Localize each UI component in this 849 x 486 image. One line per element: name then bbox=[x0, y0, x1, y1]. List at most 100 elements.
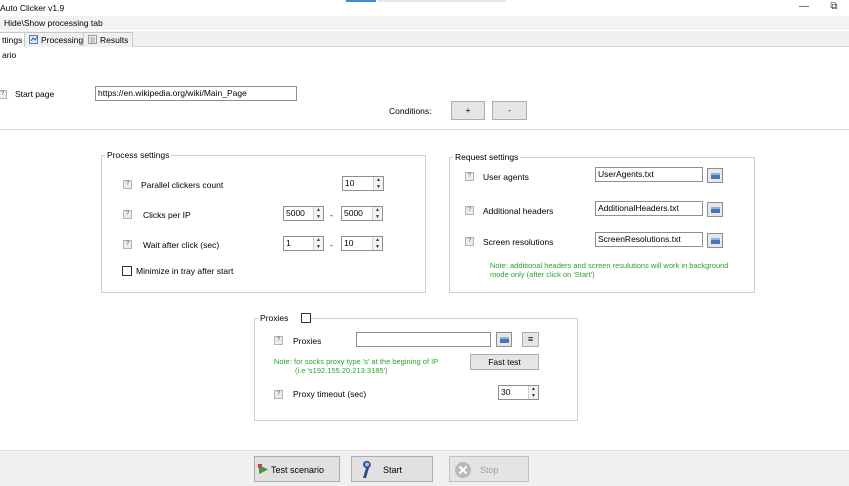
clicks-from-value: 5000 bbox=[286, 208, 305, 218]
spin-down-icon[interactable]: ▼ bbox=[373, 214, 382, 220]
user-agents-browse-button[interactable] bbox=[707, 168, 723, 183]
process-settings-title: Process settings bbox=[105, 150, 172, 160]
proxies-menu-button[interactable]: ≡ bbox=[522, 332, 539, 347]
proxies-note-line1: Note: for socks proxy type 's' at the be… bbox=[274, 357, 439, 366]
wait-to-spinner[interactable]: ▲ ▼ bbox=[372, 237, 382, 250]
help-icon[interactable]: ? bbox=[123, 240, 132, 249]
title-secondary-strip bbox=[378, 0, 506, 2]
start-page-input[interactable]: https://en.wikipedia.org/wiki/Main_Page bbox=[95, 86, 297, 101]
wait-to-value: 10 bbox=[344, 238, 354, 248]
folder-icon bbox=[711, 207, 720, 213]
help-icon[interactable]: ? bbox=[274, 336, 283, 345]
folder-icon bbox=[711, 238, 720, 244]
folder-icon bbox=[500, 337, 509, 343]
add-condition-button[interactable]: + bbox=[451, 101, 485, 120]
user-agents-input[interactable]: UserAgents.txt bbox=[595, 167, 703, 182]
clicks-to-value: 5000 bbox=[344, 208, 363, 218]
help-icon[interactable]: ? bbox=[0, 90, 7, 99]
screen-resolutions-browse-button[interactable] bbox=[707, 233, 723, 248]
help-icon[interactable]: ? bbox=[465, 237, 474, 246]
spin-up-icon[interactable]: ▲ bbox=[314, 207, 323, 214]
tab-processing[interactable]: Processing bbox=[24, 32, 89, 47]
clicks-from-input[interactable]: 5000 ▲ ▼ bbox=[283, 206, 324, 221]
proxies-input[interactable] bbox=[356, 332, 491, 347]
minimize-tray-label: Minimize in tray after start bbox=[136, 266, 234, 276]
minimize-button[interactable]: — bbox=[797, 1, 811, 13]
spin-up-icon[interactable]: ▲ bbox=[529, 386, 538, 393]
spin-down-icon[interactable]: ▼ bbox=[314, 244, 323, 250]
parallel-clickers-value: 10 bbox=[345, 178, 355, 188]
spin-up-icon[interactable]: ▲ bbox=[373, 207, 382, 214]
title-bar: Auto Clicker v1.9 — ⧉ bbox=[0, 0, 849, 16]
folder-icon bbox=[711, 173, 720, 179]
stop-button[interactable]: Stop bbox=[449, 456, 529, 482]
additional-headers-browse-button[interactable] bbox=[707, 202, 723, 217]
start-label: Start bbox=[383, 465, 403, 475]
wait-from-spinner[interactable]: ▲ ▼ bbox=[313, 237, 323, 250]
proxies-enable-checkbox[interactable] bbox=[301, 313, 311, 323]
results-icon bbox=[88, 34, 97, 44]
proxy-timeout-label: Proxy timeout (sec) bbox=[293, 389, 367, 399]
scenario-panel: ario ? Start page https://en.wikipedia.o… bbox=[0, 48, 849, 130]
menu-toggle-processing-tab[interactable]: Hide\Show processing tab bbox=[4, 18, 103, 28]
tab-settings-label: ttings bbox=[2, 35, 23, 45]
test-scenario-button[interactable]: Test scenario bbox=[254, 456, 340, 482]
user-agents-label: User agents bbox=[483, 172, 529, 182]
wait-after-click-label: Wait after click (sec) bbox=[143, 240, 220, 250]
spin-down-icon[interactable]: ▼ bbox=[373, 244, 382, 250]
parallel-clickers-input[interactable]: 10 ▲ ▼ bbox=[342, 176, 384, 191]
clicks-per-ip-label: Clicks per IP bbox=[143, 210, 191, 220]
clicks-to-input[interactable]: 5000 ▲ ▼ bbox=[341, 206, 383, 221]
processing-icon bbox=[29, 34, 38, 44]
spin-up-icon[interactable]: ▲ bbox=[374, 177, 383, 184]
fast-test-button[interactable]: Fast test bbox=[470, 354, 539, 370]
remove-condition-button[interactable]: - bbox=[492, 101, 527, 120]
wait-from-input[interactable]: 1 ▲ ▼ bbox=[283, 236, 324, 251]
clicks-from-spinner[interactable]: ▲ ▼ bbox=[313, 207, 323, 220]
spin-up-icon[interactable]: ▲ bbox=[373, 237, 382, 244]
restore-button[interactable]: ⧉ bbox=[827, 1, 841, 13]
window-title: Auto Clicker v1.9 bbox=[0, 3, 65, 13]
proxies-note-line2: (i.e 's192.155.20.213:3185') bbox=[295, 366, 388, 375]
screen-resolutions-label: Screen resolutions bbox=[483, 237, 554, 247]
screen-resolutions-input[interactable]: ScreenResolutions.txt bbox=[595, 232, 703, 247]
minimize-tray-checkbox[interactable] bbox=[122, 266, 132, 276]
parallel-clickers-spinner[interactable]: ▲ ▼ bbox=[373, 177, 383, 190]
menu-bar: Hide\Show processing tab bbox=[0, 16, 849, 30]
proxy-timeout-value: 30 bbox=[501, 387, 511, 397]
test-scenario-label: Test scenario bbox=[271, 465, 325, 475]
help-icon[interactable]: ? bbox=[123, 210, 132, 219]
conditions-label: Conditions: bbox=[389, 106, 432, 116]
stop-icon bbox=[454, 461, 472, 481]
scenario-group-label: ario bbox=[0, 50, 19, 60]
parallel-clickers-label: Parallel clickers count bbox=[141, 180, 224, 190]
proxy-timeout-input[interactable]: 30 ▲ ▼ bbox=[498, 385, 539, 400]
help-icon[interactable]: ? bbox=[465, 206, 474, 215]
request-settings-title: Request settings bbox=[453, 152, 521, 162]
proxies-browse-button[interactable] bbox=[496, 332, 512, 347]
clicks-to-spinner[interactable]: ▲ ▼ bbox=[372, 207, 382, 220]
start-icon bbox=[360, 460, 374, 482]
spin-down-icon[interactable]: ▼ bbox=[314, 214, 323, 220]
spin-down-icon[interactable]: ▼ bbox=[374, 184, 383, 190]
title-accent-strip bbox=[346, 0, 376, 2]
request-note-line2: mode only (after click on 'Start') bbox=[490, 270, 595, 279]
tab-processing-label: Processing bbox=[41, 35, 84, 45]
help-icon[interactable]: ? bbox=[123, 180, 132, 189]
help-icon[interactable]: ? bbox=[465, 172, 474, 181]
start-button[interactable]: Start bbox=[351, 456, 433, 482]
additional-headers-input[interactable]: AdditionalHeaders.txt bbox=[595, 201, 703, 216]
request-note-line1: Note: additional headers and screen resu… bbox=[490, 261, 729, 270]
range-separator: - bbox=[330, 240, 333, 250]
wait-from-value: 1 bbox=[286, 238, 291, 248]
help-icon[interactable]: ? bbox=[274, 390, 283, 399]
spin-up-icon[interactable]: ▲ bbox=[314, 237, 323, 244]
spin-down-icon[interactable]: ▼ bbox=[529, 393, 538, 399]
range-separator: - bbox=[330, 210, 333, 220]
proxy-timeout-spinner[interactable]: ▲ ▼ bbox=[528, 386, 538, 399]
tab-results-label: Results bbox=[100, 35, 129, 45]
proxies-label: Proxies bbox=[293, 336, 322, 346]
tab-results[interactable]: Results bbox=[83, 32, 134, 47]
wait-to-input[interactable]: 10 ▲ ▼ bbox=[341, 236, 383, 251]
additional-headers-label: Additional headers bbox=[483, 206, 554, 216]
